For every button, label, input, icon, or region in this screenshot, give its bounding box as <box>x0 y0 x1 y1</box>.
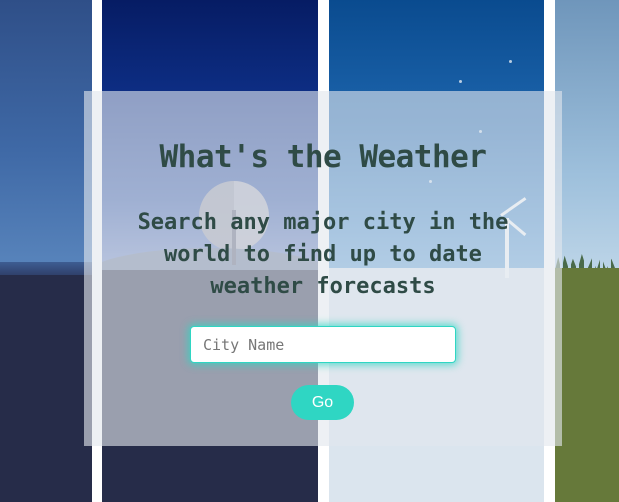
page-subtitle: Search any major city in the world to fi… <box>137 210 509 299</box>
go-button[interactable]: Go <box>291 385 354 420</box>
background-panel-green-field <box>555 0 619 502</box>
city-search-input[interactable] <box>190 326 456 363</box>
background-panel-night-hills <box>0 0 92 502</box>
search-card: What's the Weather Search any major city… <box>84 91 562 446</box>
page-title: What's the Weather <box>159 139 487 175</box>
weather-page: What's the Weather Search any major city… <box>0 0 619 502</box>
